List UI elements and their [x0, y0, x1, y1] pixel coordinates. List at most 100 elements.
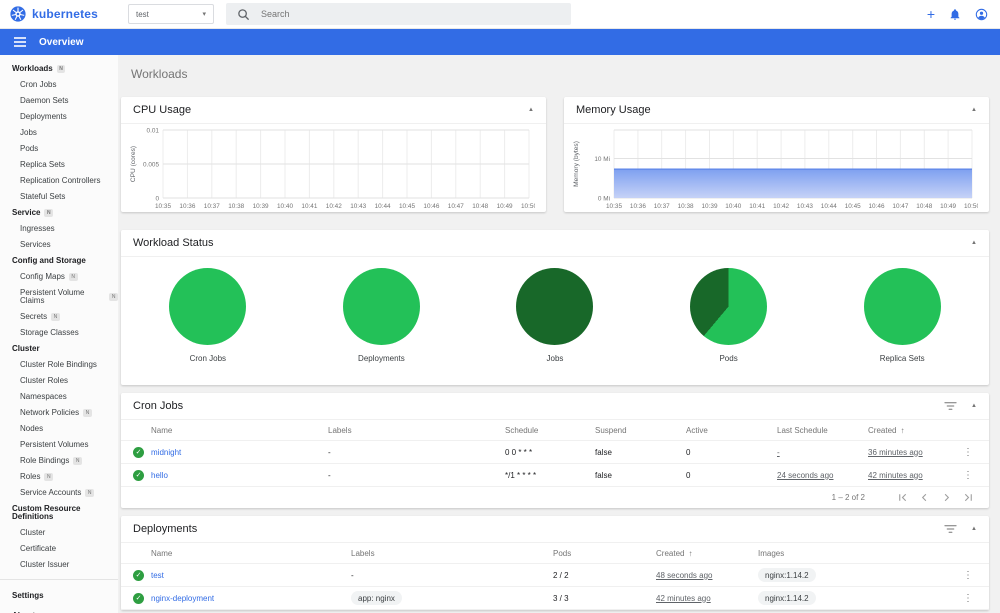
sidebar-item-cluster-issuer[interactable]: Cluster Issuer — [0, 557, 118, 573]
menu-button[interactable] — [14, 37, 26, 47]
collapse-arrow-icon[interactable]: ▲ — [971, 240, 977, 246]
sidebar-item-pods[interactable]: Pods — [0, 141, 118, 157]
column-header-pods[interactable]: Pods — [553, 549, 656, 558]
sidebar-item-daemon-sets[interactable]: Daemon Sets — [0, 93, 118, 109]
pie-chart-pods[interactable] — [690, 268, 768, 345]
search-bar[interactable]: Search — [226, 3, 571, 25]
sidebar-item-secrets[interactable]: Secrets N — [0, 309, 118, 325]
sidebar-item-persistent-volume-claims[interactable]: Persistent Volume Claims N — [0, 285, 118, 309]
collapse-arrow-icon[interactable]: ▲ — [971, 107, 977, 113]
column-header-created[interactable]: Created ↑ — [868, 426, 963, 435]
sidebar-item-replication-controllers[interactable]: Replication Controllers — [0, 173, 118, 189]
filter-icon[interactable] — [944, 524, 957, 534]
brand-home-link[interactable]: kubernetes — [0, 6, 118, 22]
sidebar-item-replica-sets[interactable]: Replica Sets — [0, 157, 118, 173]
notifications-button[interactable] — [949, 8, 961, 21]
svg-text:10:49: 10:49 — [940, 203, 956, 210]
row-menu-button[interactable]: ⋮ — [963, 593, 973, 604]
pie-chart-jobs[interactable] — [516, 268, 594, 345]
namespaced-badge: N — [44, 473, 54, 481]
sidebar-item-roles[interactable]: Roles N — [0, 469, 118, 485]
column-header-name[interactable]: Name — [151, 426, 328, 435]
first-page-button[interactable] — [891, 492, 913, 503]
last-page-button[interactable] — [957, 492, 979, 503]
sidebar-item-stateful-sets[interactable]: Stateful Sets — [0, 189, 118, 205]
search-placeholder: Search — [261, 9, 290, 19]
svg-text:10:43: 10:43 — [797, 203, 813, 210]
sidebar-item-role-bindings[interactable]: Role Bindings N — [0, 453, 118, 469]
cpu-usage-title: CPU Usage — [133, 104, 192, 116]
sidebar-item-cluster-roles[interactable]: Cluster Roles — [0, 373, 118, 389]
sidebar-item-settings[interactable]: Settings — [0, 586, 118, 606]
cell-labels: app: nginx — [351, 591, 402, 605]
sidebar-item-jobs[interactable]: Jobs — [0, 125, 118, 141]
create-resource-button[interactable]: + — [927, 7, 935, 21]
column-header-images[interactable]: Images — [758, 549, 963, 558]
namespaced-badge: N — [73, 457, 82, 465]
sidebar-item-namespaces[interactable]: Namespaces — [0, 389, 118, 405]
namespace-select[interactable]: test ▾ — [128, 4, 214, 24]
collapse-arrow-icon[interactable]: ▲ — [971, 526, 977, 532]
cronjob-name-link[interactable]: hello — [151, 471, 168, 480]
row-menu-button[interactable]: ⋮ — [963, 447, 973, 458]
deployments-table-header: Name Labels Pods Created ↑ Images — [121, 543, 989, 564]
collapse-arrow-icon[interactable]: ▲ — [528, 107, 534, 113]
sidebar-item-label: Stateful Sets — [20, 192, 66, 201]
pie-chart-replica-sets[interactable] — [863, 268, 941, 345]
sidebar-item-label: Cluster Issuer — [20, 560, 70, 569]
sidebar-section-label: Service — [12, 208, 41, 217]
column-header-active[interactable]: Active — [686, 426, 777, 435]
sidebar-item-nodes[interactable]: Nodes — [0, 421, 118, 437]
column-header-labels[interactable]: Labels — [351, 549, 553, 558]
column-header-created[interactable]: Created ↑ — [656, 549, 758, 558]
sort-up-icon: ↑ — [688, 548, 693, 558]
previous-page-button[interactable] — [913, 492, 935, 503]
sidebar-item-about[interactable]: About — [0, 606, 118, 613]
svg-text:10 Mi: 10 Mi — [594, 156, 610, 163]
svg-text:CPU (cores): CPU (cores) — [130, 146, 137, 182]
next-page-button[interactable] — [935, 492, 957, 503]
sidebar-section-cluster[interactable]: Cluster — [0, 341, 118, 357]
sidebar-item-certificate[interactable]: Certificate — [0, 541, 118, 557]
sidebar-item-service-accounts[interactable]: Service Accounts N — [0, 485, 118, 501]
column-header-labels[interactable]: Labels — [328, 426, 505, 435]
column-header-name[interactable]: Name — [151, 549, 351, 558]
cronjob-name-link[interactable]: midnight — [151, 448, 181, 457]
deployment-name-link[interactable]: nginx-deployment — [151, 594, 214, 603]
sidebar-item-label: Storage Classes — [20, 328, 79, 337]
sidebar-item-cron-jobs[interactable]: Cron Jobs — [0, 77, 118, 93]
filter-icon[interactable] — [944, 401, 957, 411]
sidebar-item-cluster-role-bindings[interactable]: Cluster Role Bindings — [0, 357, 118, 373]
sidebar-item-storage-classes[interactable]: Storage Classes — [0, 325, 118, 341]
sidebar-item-label: Deployments — [20, 112, 67, 121]
column-header-suspend[interactable]: Suspend — [595, 426, 686, 435]
svg-text:10:48: 10:48 — [472, 203, 488, 210]
sidebar-section-config-and-storage[interactable]: Config and Storage — [0, 253, 118, 269]
sidebar-section-service[interactable]: Service N — [0, 205, 118, 221]
account-button[interactable] — [975, 8, 988, 21]
cell-created: 48 seconds ago — [656, 570, 713, 580]
sidebar-item-network-policies[interactable]: Network Policies N — [0, 405, 118, 421]
sidebar-item-config-maps[interactable]: Config Maps N — [0, 269, 118, 285]
deployment-name-link[interactable]: test — [151, 571, 164, 580]
column-header-last-schedule[interactable]: Last Schedule — [777, 426, 868, 435]
svg-text:10:39: 10:39 — [253, 203, 269, 210]
pie-chart-cron-jobs[interactable] — [169, 268, 247, 345]
cron-jobs-card-header: Cron Jobs ▲ — [121, 393, 989, 420]
sidebar-section-custom-resource-definitions[interactable]: Custom Resource Definitions — [0, 501, 118, 525]
collapse-arrow-icon[interactable]: ▲ — [971, 403, 977, 409]
sidebar-section-workloads[interactable]: Workloads N — [0, 61, 118, 77]
sidebar-item-ingresses[interactable]: Ingresses — [0, 221, 118, 237]
pie-chart-deployments[interactable] — [342, 268, 420, 345]
column-header-schedule[interactable]: Schedule — [505, 426, 595, 435]
table-row-deployment-nginx-deployment: ✓ nginx-deployment app: nginx 3 / 3 42 minut… — [121, 587, 989, 610]
workload-pie-replica-sets: Replica Sets — [863, 268, 941, 363]
row-menu-button[interactable]: ⋮ — [963, 570, 973, 581]
row-menu-button[interactable]: ⋮ — [963, 470, 973, 481]
workload-status-card-header: Workload Status ▲ — [121, 230, 989, 257]
sidebar-item-persistent-volumes[interactable]: Persistent Volumes — [0, 437, 118, 453]
sidebar-item-deployments[interactable]: Deployments — [0, 109, 118, 125]
sidebar-item-cluster[interactable]: Cluster — [0, 525, 118, 541]
cpu-usage-card: CPU Usage ▲ 10:35 10:36 10:37 10:38 10:39 10:… — [121, 97, 546, 212]
sidebar-item-services[interactable]: Services — [0, 237, 118, 253]
